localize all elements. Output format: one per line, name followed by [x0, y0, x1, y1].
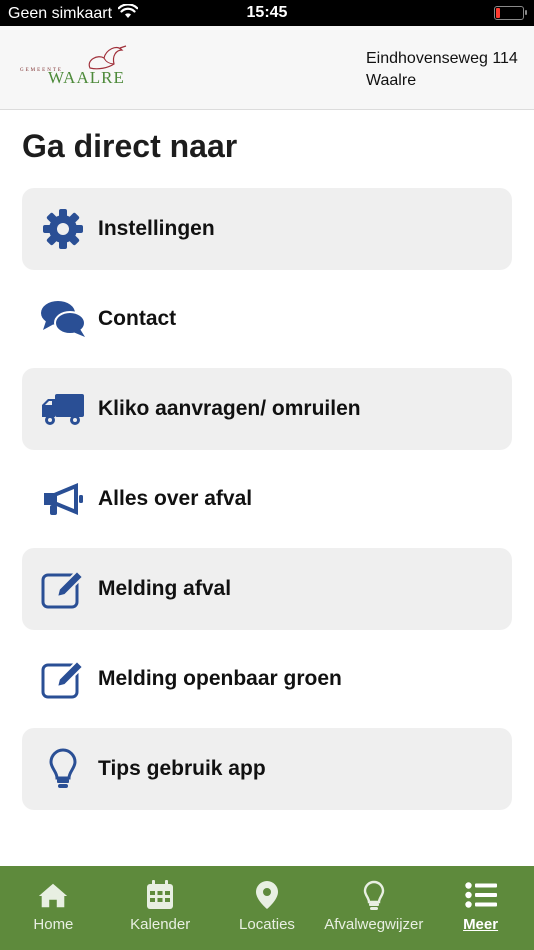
- tab-home[interactable]: Home: [0, 866, 107, 950]
- clock: 15:45: [246, 4, 288, 21]
- logo-name: WAALRE: [48, 68, 125, 87]
- municipality-logo[interactable]: GEMEENTE WAALRE: [18, 42, 138, 92]
- menu-item-kliko[interactable]: Kliko aanvragen/ omruilen: [22, 368, 512, 450]
- tab-afvalwegwijzer[interactable]: Afvalwegwijzer: [320, 866, 427, 950]
- tab-label: Home: [33, 916, 74, 933]
- address-street: Eindhovenseweg 114: [366, 50, 518, 67]
- address-city: Waalre: [366, 72, 417, 89]
- menu-item-label: Melding afval: [98, 577, 232, 600]
- tab-kalender[interactable]: Kalender: [107, 866, 214, 950]
- menu-item-instellingen[interactable]: Instellingen: [22, 188, 512, 270]
- edit-icon: [40, 656, 86, 702]
- menu-item-afval[interactable]: Alles over afval: [22, 458, 512, 540]
- page-title: Ga direct naar: [22, 128, 238, 164]
- menu-item-contact[interactable]: Contact: [22, 278, 512, 360]
- tab-meer[interactable]: Meer: [427, 866, 534, 950]
- menu-item-label: Instellingen: [98, 217, 215, 240]
- gear-icon: [40, 206, 86, 252]
- menu-item-label: Tips gebruik app: [98, 757, 266, 780]
- menu-item-melding-groen[interactable]: Melding openbaar groen: [22, 638, 512, 720]
- menu-item-label: Melding openbaar groen: [98, 667, 342, 690]
- chat-bubbles-icon: [40, 296, 86, 342]
- tab-label: Meer: [463, 916, 499, 933]
- megaphone-icon: [40, 476, 86, 522]
- tab-label: Kalender: [130, 916, 191, 933]
- app-header: GEMEENTE WAALRE Eindhovenseweg 114 Waalr…: [0, 26, 534, 110]
- edit-icon: [40, 566, 86, 612]
- lightbulb-icon: [358, 880, 390, 910]
- battery-icon: [494, 6, 527, 20]
- calendar-icon: [144, 880, 176, 910]
- menu-item-melding-afval[interactable]: Melding afval: [22, 548, 512, 630]
- home-icon: [37, 880, 69, 910]
- truck-icon: [40, 386, 86, 432]
- menu-item-tips[interactable]: Tips gebruik app: [22, 728, 512, 810]
- lightbulb-icon: [40, 746, 86, 792]
- menu-item-label: Alles over afval: [98, 487, 253, 510]
- address-block: Eindhovenseweg 114 Waalre: [366, 48, 518, 92]
- tab-locaties[interactable]: Locaties: [214, 866, 321, 950]
- tab-bar: Home Kalender Locaties Afvalwegwijzer Me…: [0, 866, 534, 950]
- list-icon: [464, 880, 497, 910]
- menu-item-label: Contact: [98, 307, 177, 330]
- map-pin-icon: [251, 880, 283, 910]
- tab-label: Locaties: [239, 916, 295, 933]
- menu-item-label: Kliko aanvragen/ omruilen: [98, 397, 361, 420]
- tab-label: Afvalwegwijzer: [324, 916, 424, 933]
- quick-links-menu: Instellingen Contact Kliko aanvragen/ om…: [22, 188, 512, 818]
- status-bar: Geen simkaart 15:45: [0, 0, 534, 26]
